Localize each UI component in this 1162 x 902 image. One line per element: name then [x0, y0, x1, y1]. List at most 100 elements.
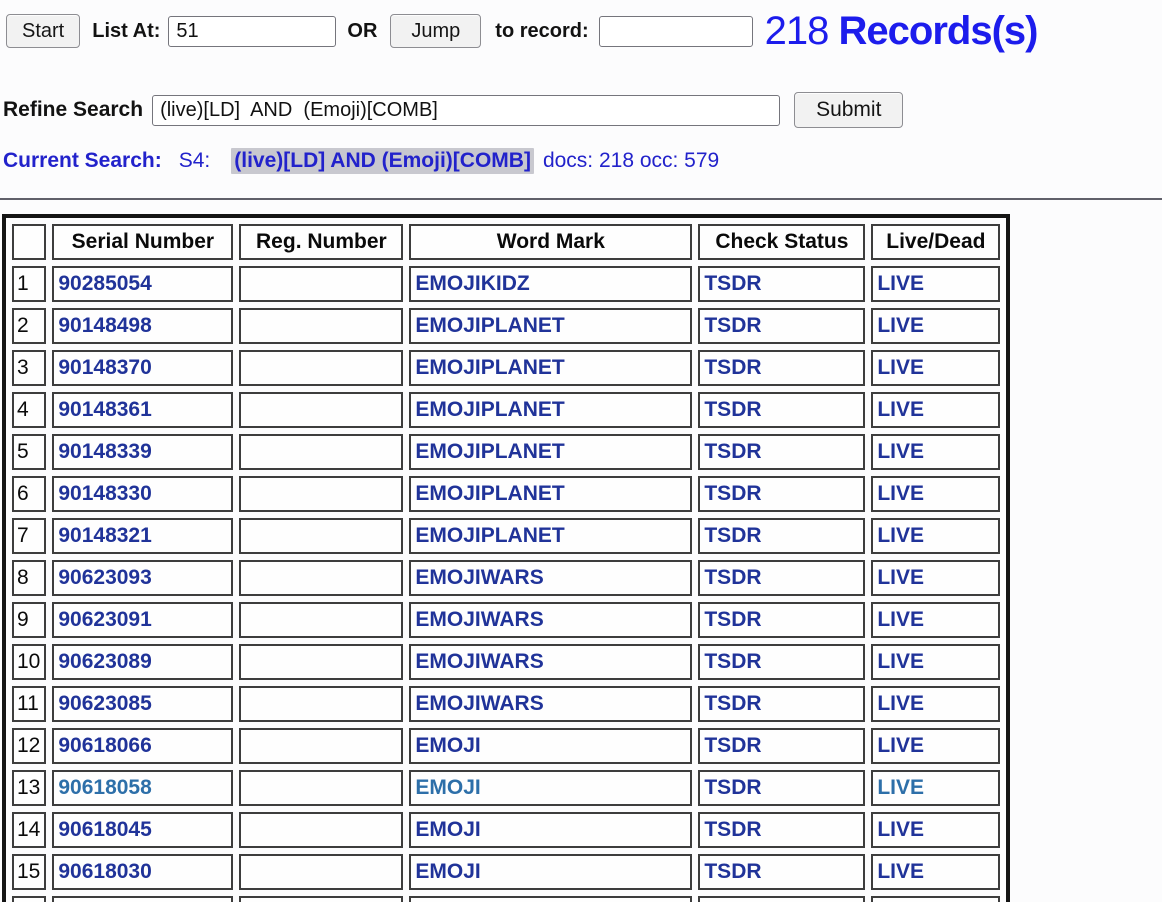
row-number-cell: 5	[12, 434, 47, 470]
jump-button[interactable]: Jump	[390, 14, 482, 48]
search-statement-id: S4:	[178, 149, 211, 172]
check-status-cell: TSDR	[698, 770, 866, 806]
serial-number-link[interactable]: 90148498	[58, 314, 151, 337]
reg-number-cell	[239, 476, 404, 512]
serial-number-link[interactable]: 90623091	[58, 608, 151, 631]
serial-number-link[interactable]: 90623093	[58, 566, 151, 589]
serial-number-link[interactable]: 90623089	[58, 650, 151, 673]
refine-search-input[interactable]	[152, 94, 781, 126]
tsdr-link[interactable]: TSDR	[704, 356, 761, 379]
tsdr-link[interactable]: TSDR	[704, 440, 761, 463]
serial-number-cell: 90148330	[52, 476, 234, 512]
tsdr-link[interactable]: TSDR	[704, 608, 761, 631]
live-dead-cell: LIVE	[871, 812, 1001, 848]
serial-number-link[interactable]: 90148321	[58, 524, 151, 547]
tsdr-link[interactable]: TSDR	[704, 314, 761, 337]
live-dead-link[interactable]: LIVE	[877, 524, 924, 547]
divider	[0, 198, 1162, 200]
serial-number-link[interactable]: 90148330	[58, 482, 151, 505]
live-dead-link[interactable]: LIVE	[877, 314, 924, 337]
serial-number-link[interactable]: 90623085	[58, 692, 151, 715]
tsdr-link[interactable]: TSDR	[704, 272, 761, 295]
serial-number-cell: 90148321	[52, 518, 234, 554]
serial-number-link[interactable]: 90285054	[58, 272, 151, 295]
word-mark-link[interactable]: EMOJIPLANET	[415, 314, 564, 337]
tsdr-link[interactable]: TSDR	[704, 524, 761, 547]
word-mark-link[interactable]: EMOJIWARS	[415, 650, 543, 673]
check-status-cell: TSDR	[698, 812, 866, 848]
tsdr-link[interactable]: TSDR	[704, 776, 761, 799]
docs-occ-count: docs: 218 occ: 579	[542, 149, 720, 172]
serial-number-link[interactable]: 90618058	[58, 776, 151, 799]
live-dead-link[interactable]: LIVE	[877, 860, 924, 883]
start-button[interactable]: Start	[6, 14, 81, 48]
tsdr-link[interactable]: TSDR	[704, 818, 761, 841]
serial-number-cell: 90285054	[52, 266, 234, 302]
word-mark-link[interactable]: EMOJIWARS	[415, 608, 543, 631]
row-number-cell: 8	[12, 560, 47, 596]
live-dead-cell: LIVE	[871, 728, 1001, 764]
reg-number-cell	[239, 686, 404, 722]
reg-number-cell	[239, 896, 404, 902]
tsdr-link[interactable]: TSDR	[704, 398, 761, 421]
reg-number-cell	[239, 350, 404, 386]
table-row: 6 90148330 EMOJIPLANET TSDR LIVE	[12, 476, 1001, 512]
serial-number-cell: 90148370	[52, 350, 234, 386]
tsdr-link[interactable]: TSDR	[704, 482, 761, 505]
word-mark-link[interactable]: EMOJIKIDZ	[415, 272, 529, 295]
live-dead-link[interactable]: LIVE	[877, 692, 924, 715]
tsdr-link[interactable]: TSDR	[704, 566, 761, 589]
live-dead-cell: LIVE	[871, 308, 1001, 344]
word-mark-link[interactable]: EMOJI	[415, 776, 480, 799]
jump-to-record-input[interactable]	[598, 15, 753, 47]
live-dead-link[interactable]: LIVE	[877, 608, 924, 631]
tsdr-link[interactable]: TSDR	[704, 692, 761, 715]
word-mark-link[interactable]: EMOJIWARS	[415, 692, 543, 715]
submit-button[interactable]: Submit	[794, 92, 904, 128]
word-mark-link[interactable]: EMOJIWARS	[415, 566, 543, 589]
serial-number-cell: 90148498	[52, 308, 234, 344]
word-mark-cell: EMOJIWARS	[409, 560, 693, 596]
word-mark-link[interactable]: EMOJIPLANET	[415, 440, 564, 463]
word-mark-cell: EMOJIPLANET	[409, 350, 693, 386]
live-dead-link[interactable]: LIVE	[877, 398, 924, 421]
serial-number-cell: 90618058	[52, 770, 234, 806]
list-at-input[interactable]	[168, 15, 337, 47]
tsdr-link[interactable]: TSDR	[704, 860, 761, 883]
check-status-cell: TSDR	[698, 518, 866, 554]
live-dead-link[interactable]: LIVE	[877, 734, 924, 757]
live-dead-link[interactable]: LIVE	[877, 818, 924, 841]
live-dead-link[interactable]: LIVE	[877, 776, 924, 799]
serial-number-link[interactable]: 90618066	[58, 734, 151, 757]
reg-number-cell	[239, 434, 404, 470]
word-mark-link[interactable]: EMOJI	[415, 734, 480, 757]
row-number-cell: 12	[12, 728, 47, 764]
serial-number-link[interactable]: 90618030	[58, 860, 151, 883]
word-mark-link[interactable]: EMOJIPLANET	[415, 356, 564, 379]
word-mark-link[interactable]: EMOJI	[415, 860, 480, 883]
word-mark-link[interactable]: EMOJIPLANET	[415, 482, 564, 505]
live-dead-link[interactable]: LIVE	[877, 356, 924, 379]
live-dead-link[interactable]: LIVE	[877, 272, 924, 295]
live-dead-link[interactable]: LIVE	[877, 650, 924, 673]
row-number-cell: 11	[12, 686, 47, 722]
word-mark-cell: EMOJIWARS	[409, 644, 693, 680]
tsdr-link[interactable]: TSDR	[704, 734, 761, 757]
serial-number-cell: 90618045	[52, 812, 234, 848]
row-number-cell	[12, 896, 47, 902]
word-mark-cell: EMOJIWARS	[409, 686, 693, 722]
live-dead-link[interactable]: LIVE	[877, 566, 924, 589]
tsdr-link[interactable]: TSDR	[704, 650, 761, 673]
live-dead-link[interactable]: LIVE	[877, 482, 924, 505]
serial-number-link[interactable]: 90148339	[58, 440, 151, 463]
word-mark-link[interactable]: EMOJIPLANET	[415, 524, 564, 547]
serial-number-link[interactable]: 90618045	[58, 818, 151, 841]
serial-number-link[interactable]: 90148361	[58, 398, 151, 421]
word-mark-link[interactable]: EMOJIPLANET	[415, 398, 564, 421]
reg-number-cell	[239, 266, 404, 302]
serial-number-link[interactable]: 90148370	[58, 356, 151, 379]
live-dead-link[interactable]: LIVE	[877, 440, 924, 463]
table-row: 8 90623093 EMOJIWARS TSDR LIVE	[12, 560, 1001, 596]
word-mark-link[interactable]: EMOJI	[415, 818, 480, 841]
live-dead-cell: LIVE	[871, 686, 1001, 722]
